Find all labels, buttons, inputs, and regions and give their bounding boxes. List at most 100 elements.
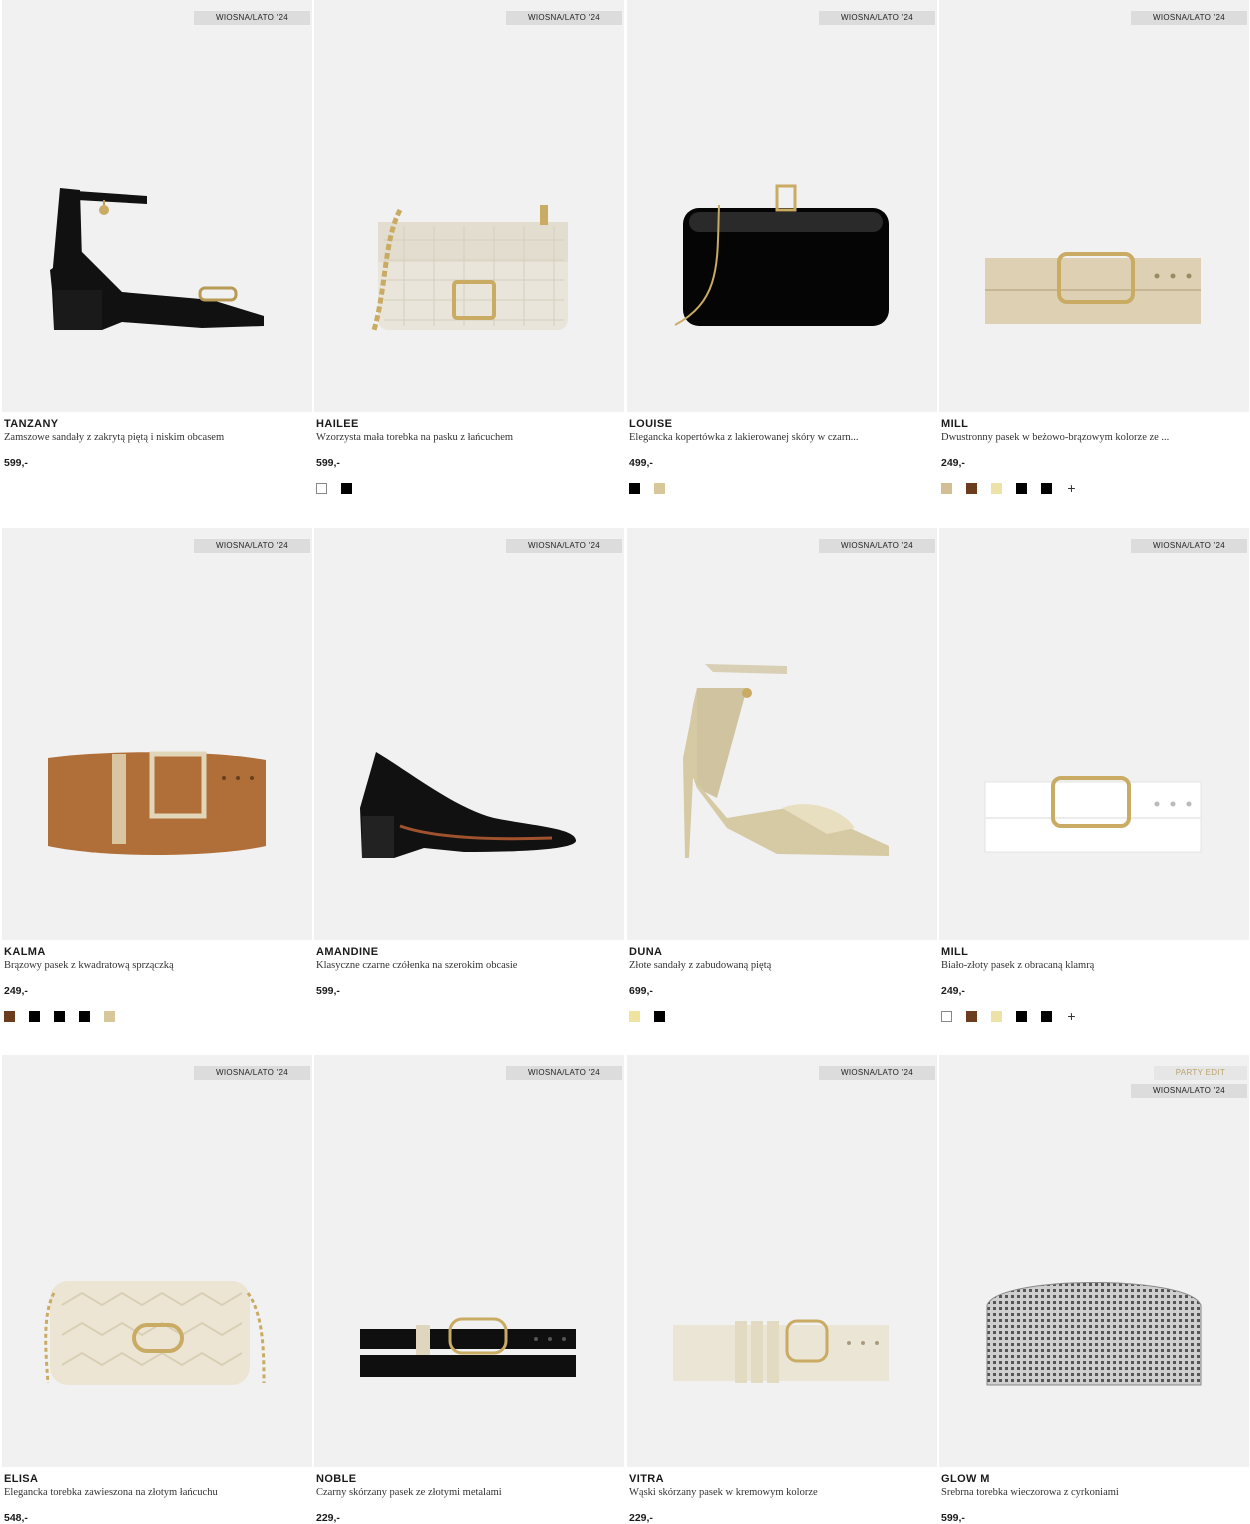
product-price: 599,- — [316, 457, 340, 469]
color-swatches — [316, 482, 352, 494]
belt-black-icon — [314, 1055, 624, 1467]
product-description[interactable]: Biało-złoty pasek z obracaną klamrą — [941, 960, 1241, 971]
party-edit-badge: PARTY EDIT — [1153, 1066, 1247, 1080]
color-swatch[interactable] — [316, 482, 327, 494]
color-swatches: + — [941, 1009, 1077, 1023]
product-description[interactable]: Dwustronny pasek w beżowo-brązowym kolor… — [941, 432, 1241, 443]
product-image[interactable]: WIOSNA/LATO '24 — [2, 0, 312, 412]
product-name[interactable]: VITRA — [629, 1473, 664, 1485]
product-image[interactable]: WIOSNA/LATO '24 — [939, 528, 1249, 940]
color-swatch[interactable] — [629, 1010, 640, 1022]
product-price: 599,- — [4, 457, 28, 469]
product-description[interactable]: Złote sandały z zabudowaną piętą — [629, 960, 929, 971]
product-image[interactable]: PARTY EDIT WIOSNA/LATO '24 — [939, 1055, 1249, 1467]
color-swatch[interactable] — [1016, 1010, 1027, 1022]
product-price: 249,- — [941, 457, 965, 469]
color-swatch[interactable] — [54, 1010, 65, 1022]
product-price: 229,- — [316, 1512, 340, 1524]
product-price: 699,- — [629, 985, 653, 997]
product-description[interactable]: Wzorzysta mała torebka na pasku z łańcuc… — [316, 432, 616, 443]
product-description[interactable]: Zamszowe sandały z zakrytą piętą i niski… — [4, 432, 304, 443]
color-swatch[interactable] — [341, 482, 352, 494]
season-badge: WIOSNA/LATO '24 — [194, 11, 310, 25]
bag-quilted-icon — [2, 1055, 312, 1467]
color-swatch[interactable] — [654, 1010, 665, 1022]
product-description[interactable]: Elegancka kopertówka z lakierowanej skór… — [629, 432, 929, 443]
pump-black-icon — [314, 528, 624, 940]
product-image[interactable]: WIOSNA/LATO '24 — [627, 528, 937, 940]
color-swatch[interactable] — [941, 1010, 952, 1022]
belt-beige-icon — [939, 0, 1249, 412]
color-swatch[interactable] — [629, 482, 640, 494]
color-swatch[interactable] — [991, 482, 1002, 494]
product-name[interactable]: ELISA — [4, 1473, 38, 1485]
color-swatch[interactable] — [1016, 482, 1027, 494]
more-colors-icon[interactable]: + — [1066, 1009, 1077, 1023]
belt-cream-icon — [627, 1055, 937, 1467]
product-image[interactable]: WIOSNA/LATO '24 — [2, 1055, 312, 1467]
season-badge: WIOSNA/LATO '24 — [1131, 11, 1247, 25]
product-image[interactable]: WIOSNA/LATO '24 — [2, 528, 312, 940]
bag-sparkle-icon — [939, 1055, 1249, 1467]
product-price: 548,- — [4, 1512, 28, 1524]
color-swatches — [4, 1010, 115, 1022]
product-name[interactable]: LOUISE — [629, 418, 672, 430]
product-name[interactable]: TANZANY — [4, 418, 59, 430]
product-name[interactable]: HAILEE — [316, 418, 359, 430]
product-description[interactable]: Czarny skórzany pasek ze złotymi metalam… — [316, 1487, 616, 1498]
product-price: 599,- — [941, 1512, 965, 1524]
product-price: 499,- — [629, 457, 653, 469]
color-swatch[interactable] — [1041, 482, 1052, 494]
color-swatch[interactable] — [654, 482, 665, 494]
season-badge: WIOSNA/LATO '24 — [819, 1066, 935, 1080]
season-badge: WIOSNA/LATO '24 — [819, 539, 935, 553]
season-badge: WIOSNA/LATO '24 — [506, 539, 622, 553]
season-badge: WIOSNA/LATO '24 — [506, 1066, 622, 1080]
color-swatch[interactable] — [79, 1010, 90, 1022]
clutch-black-icon — [627, 0, 937, 412]
season-badge: WIOSNA/LATO '24 — [1131, 539, 1247, 553]
bag-cream-icon — [314, 0, 624, 412]
more-colors-icon[interactable]: + — [1066, 481, 1077, 495]
color-swatch[interactable] — [991, 1010, 1002, 1022]
season-badge: WIOSNA/LATO '24 — [1131, 1084, 1247, 1098]
product-price: 249,- — [4, 985, 28, 997]
product-description[interactable]: Elegancka torebka zawieszona na złotym ł… — [4, 1487, 304, 1498]
product-image[interactable]: WIOSNA/LATO '24 — [627, 1055, 937, 1467]
season-badge: WIOSNA/LATO '24 — [819, 11, 935, 25]
sandal-gold-icon — [627, 528, 937, 940]
product-name[interactable]: NOBLE — [316, 1473, 357, 1485]
product-price: 249,- — [941, 985, 965, 997]
product-description[interactable]: Klasyczne czarne czółenka na szerokim ob… — [316, 960, 616, 971]
color-swatches — [629, 482, 665, 494]
color-swatch[interactable] — [4, 1010, 15, 1022]
season-badge: WIOSNA/LATO '24 — [194, 539, 310, 553]
product-description[interactable]: Srebrna torebka wieczorowa z cyrkoniami — [941, 1487, 1241, 1498]
sandal-black-icon — [2, 0, 312, 412]
product-name[interactable]: AMANDINE — [316, 946, 378, 958]
belt-white-icon — [939, 528, 1249, 940]
color-swatch[interactable] — [104, 1010, 115, 1022]
product-image[interactable]: WIOSNA/LATO '24 — [314, 528, 624, 940]
product-name[interactable]: GLOW M — [941, 1473, 990, 1485]
color-swatch[interactable] — [966, 1010, 977, 1022]
product-description[interactable]: Brązowy pasek z kwadratową sprzączką — [4, 960, 304, 971]
product-image[interactable]: WIOSNA/LATO '24 — [314, 1055, 624, 1467]
color-swatch[interactable] — [1041, 1010, 1052, 1022]
product-name[interactable]: MILL — [941, 418, 968, 430]
belt-brown-icon — [2, 528, 312, 940]
product-image[interactable]: WIOSNA/LATO '24 — [939, 0, 1249, 412]
product-description[interactable]: Wąski skórzany pasek w kremowym kolorze — [629, 1487, 929, 1498]
product-name[interactable]: MILL — [941, 946, 968, 958]
product-image[interactable]: WIOSNA/LATO '24 — [627, 0, 937, 412]
product-name[interactable]: KALMA — [4, 946, 46, 958]
color-swatch[interactable] — [941, 482, 952, 494]
product-image[interactable]: WIOSNA/LATO '24 — [314, 0, 624, 412]
color-swatch[interactable] — [29, 1010, 40, 1022]
color-swatch[interactable] — [966, 482, 977, 494]
season-badge: WIOSNA/LATO '24 — [194, 1066, 310, 1080]
product-name[interactable]: DUNA — [629, 946, 662, 958]
product-price: 599,- — [316, 985, 340, 997]
season-badge: WIOSNA/LATO '24 — [506, 11, 622, 25]
color-swatches: + — [941, 481, 1077, 495]
